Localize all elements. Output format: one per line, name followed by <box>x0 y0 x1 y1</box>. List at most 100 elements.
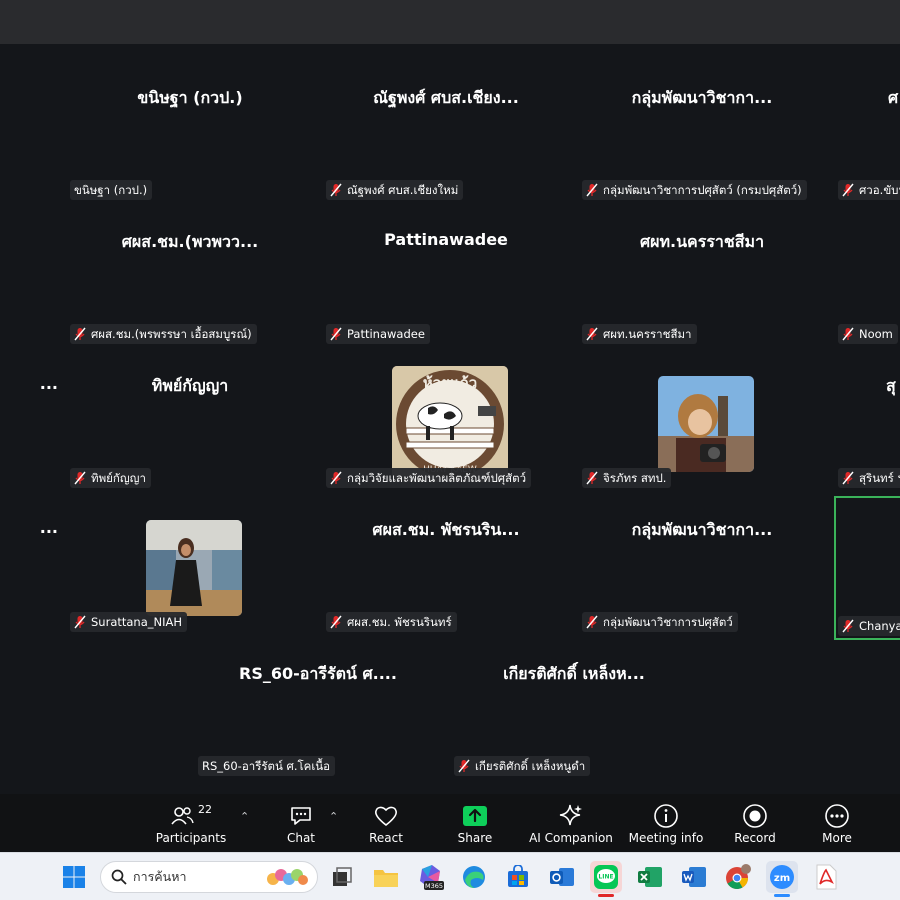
participants-icon: 22 <box>170 803 212 829</box>
participant-name-large: เกียรติศักดิ์ เหล็งห... <box>503 664 645 683</box>
search-highlight-icon <box>267 869 308 885</box>
participants-caret-icon[interactable]: ⌃ <box>240 810 249 823</box>
info-icon <box>653 803 679 829</box>
participant-tile[interactable]: ... <box>0 356 58 492</box>
participant-tile[interactable]: RS_60-อารีรัตน์ ศ.... RS_60-อารีรัตน์ ศ.… <box>194 644 442 780</box>
chat-caret-icon[interactable]: ⌃ <box>329 810 338 823</box>
heart-icon <box>373 803 399 829</box>
meeting-info-button[interactable]: Meeting info <box>629 794 703 852</box>
participant-tile[interactable]: Pattinawadee Pattinawadee <box>322 212 570 348</box>
excel-icon[interactable] <box>634 861 666 893</box>
participant-tile[interactable]: ศ ศวอ.ขับน <box>834 68 900 204</box>
mic-muted-icon <box>330 327 342 341</box>
participant-tile[interactable]: ศผท.นครราชสีมา ศผท.นครราชสีมา <box>578 212 826 348</box>
chrome-icon[interactable] <box>722 861 754 893</box>
participant-tile[interactable]: กลุ่มพัฒนาวิชากา... กลุ่มพัฒนาวิชาการปศุ… <box>578 500 826 636</box>
react-label: React <box>369 831 403 845</box>
file-explorer-icon[interactable] <box>370 861 402 893</box>
share-button[interactable]: Share <box>452 794 498 852</box>
record-label: Record <box>734 831 776 845</box>
zoom-window: ขนิษฐา (กวป.) ขนิษฐา (กวป.) ณัฐพงศ์ ศบส.… <box>0 0 900 900</box>
participant-tile[interactable]: ขนิษฐา (กวป.) ขนิษฐา (กวป.) <box>66 68 314 204</box>
participant-name-tag: ขนิษฐา (กวป.) <box>70 180 153 200</box>
participant-name-large: ศ <box>888 88 899 107</box>
participant-name-large: ศผส.ชม.(พวพวว... <box>121 232 259 251</box>
active-speaker-tile[interactable]: Chanya <box>834 496 900 640</box>
participant-name-large: RS_60-อารีรัตน์ ศ.... <box>239 664 397 683</box>
windows-start-icon[interactable] <box>58 861 90 893</box>
participant-name-large: ณัฐพงศ์ ศบส.เชียง... <box>373 88 519 107</box>
share-icon <box>462 803 488 829</box>
participant-name-tag: Noom <box>838 324 898 344</box>
participant-name-large: ศผส.ชม. พัชรนริน... <box>372 520 520 539</box>
taskbar-search-box[interactable]: การค้นหา <box>100 861 318 893</box>
participant-name-tag: เกียรติศักดิ์ เหล็งหนูดำ <box>454 756 591 776</box>
ai-companion-label: AI Companion <box>529 831 613 845</box>
participant-tile[interactable]: กลุ่มพัฒนาวิชากา... กลุ่มพัฒนาวิชาการปศุ… <box>578 68 826 204</box>
participant-name-large: กลุ่มพัฒนาวิชากา... <box>631 88 773 107</box>
participant-tile[interactable]: Surattana_NIAH <box>66 500 314 636</box>
pdf-reader-icon[interactable] <box>810 861 842 893</box>
participant-name-tag: Surattana_NIAH <box>70 612 188 632</box>
zoom-app-icon[interactable]: zm <box>766 861 798 897</box>
word-icon[interactable] <box>678 861 710 893</box>
participant-tile[interactable]: ห้วยแก้ว HUAY KAEW กลุ่มวิจัยและพัฒนาผลิ… <box>322 356 570 492</box>
microsoft-store-icon[interactable] <box>502 861 534 893</box>
title-bar <box>0 0 900 44</box>
participant-name-tag: ทิพย์กัญญา <box>70 468 151 488</box>
participant-tile[interactable]: ทิพย์กัญญา ทิพย์กัญญา <box>66 356 314 492</box>
participant-name-tag: Chanya <box>838 616 900 636</box>
huay-kaew-logo: ห้วยแก้ว HUAY KAEW <box>392 366 508 482</box>
mic-muted-icon <box>842 619 854 633</box>
share-label: Share <box>457 831 493 845</box>
mic-muted-icon <box>586 615 598 629</box>
svg-text:zm: zm <box>774 873 790 884</box>
task-view-icon[interactable] <box>326 861 358 893</box>
participant-tile[interactable]: เกียรติศักดิ์ เหล็งห... เกียรติศักดิ์ เห… <box>450 644 698 780</box>
participant-name-tag: ศผท.นครราชสีมา <box>582 324 697 344</box>
mic-muted-icon <box>74 615 86 629</box>
mic-muted-icon <box>458 759 470 773</box>
participant-name-large: ขนิษฐา (กวป.) <box>137 88 243 107</box>
chat-icon <box>289 803 313 829</box>
participant-name-tag: จิรภัทร สทป. <box>582 468 672 488</box>
participant-name-large: ... <box>39 518 58 537</box>
edge-icon[interactable] <box>458 861 490 893</box>
participant-name-tag: RS_60-อารีรัตน์ ศ.โคเนื้อ <box>198 756 336 776</box>
participant-tile[interactable]: ศผส.ชม.(พวพวว... ศผส.ชม.(พรพรรษา เอื้อสม… <box>66 212 314 348</box>
sparkle-icon <box>558 803 584 829</box>
participant-tile[interactable]: ... <box>0 500 58 636</box>
participant-tile[interactable]: สุ สุรินทร์ ฯ <box>834 356 900 492</box>
participant-count: 22 <box>198 803 212 816</box>
participant-tile[interactable]: ณัฐพงศ์ ศบส.เชียง... ณัฐพงศ์ ศบส.เชียงให… <box>322 68 570 204</box>
record-icon <box>742 803 768 829</box>
participants-label: Participants <box>155 831 227 845</box>
meeting-toolbar: 22 Participants ⌃ Chat ⌃ React Share AI … <box>0 794 900 852</box>
participant-name-large: ศผท.นครราชสีมา <box>639 232 765 251</box>
participant-name-tag: กลุ่มพัฒนาวิชาการปศุสัตว์ <box>582 612 738 632</box>
react-button[interactable]: React <box>362 794 410 852</box>
more-icon <box>824 803 850 829</box>
participant-name-large: สุ <box>886 376 896 395</box>
m365-icon[interactable]: M365 <box>414 861 446 893</box>
mic-muted-icon <box>586 183 598 197</box>
participant-name-tag: ศผส.ชม.(พรพรรษา เอื้อสมบูรณ์) <box>70 324 257 344</box>
record-button[interactable]: Record <box>732 794 778 852</box>
participant-name-tag: สุรินทร์ ฯ <box>838 468 900 488</box>
participant-name-tag: ศผส.ชม. พัชรนรินทร์ <box>326 612 457 632</box>
line-app-icon[interactable]: LINE <box>590 861 622 897</box>
outlook-icon[interactable] <box>546 861 578 893</box>
participants-button[interactable]: 22 Participants <box>155 794 227 852</box>
mic-muted-icon <box>330 183 342 197</box>
participant-tile[interactable]: Noom <box>834 212 900 348</box>
ai-companion-button[interactable]: AI Companion <box>528 794 614 852</box>
svg-text:M365: M365 <box>425 882 443 890</box>
svg-text:LINE: LINE <box>598 874 613 881</box>
participant-name-large: ... <box>39 374 58 393</box>
participant-tile[interactable]: จิรภัทร สทป. <box>578 356 826 492</box>
search-icon <box>111 869 127 885</box>
participant-tile[interactable]: ศผส.ชม. พัชรนริน... ศผส.ชม. พัชรนรินทร์ <box>322 500 570 636</box>
chat-button[interactable]: Chat <box>280 794 322 852</box>
mic-muted-icon <box>330 615 342 629</box>
more-button[interactable]: More <box>816 794 858 852</box>
